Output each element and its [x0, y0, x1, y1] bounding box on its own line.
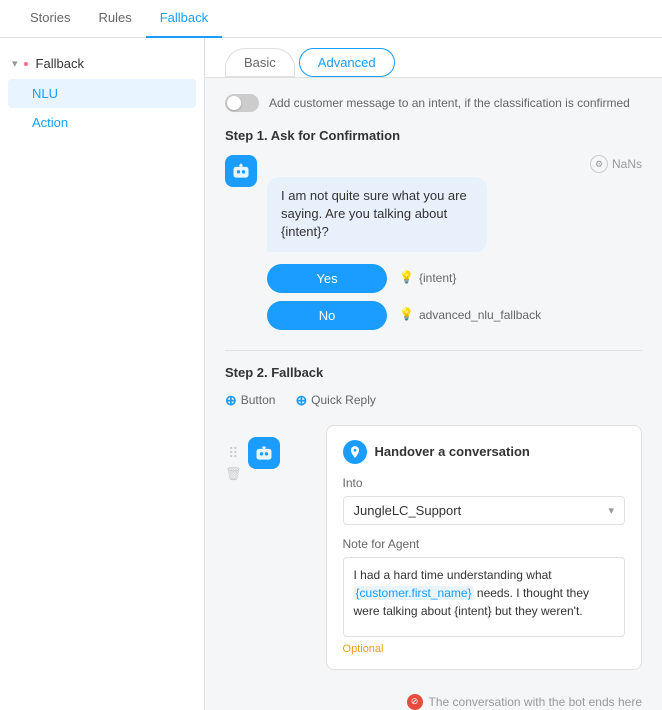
step2-divider	[225, 350, 642, 351]
tab-advanced[interactable]: Advanced	[299, 48, 395, 77]
toggle-row: Add customer message to an intent, if th…	[225, 94, 642, 112]
yes-intent-value: {intent}	[419, 271, 456, 285]
drag-handle-icon[interactable]: ⠿	[228, 445, 238, 462]
sidebar-dot-icon	[24, 62, 28, 66]
toggle-knob	[227, 96, 241, 110]
handover-title: Handover a conversation	[375, 444, 530, 459]
footer-label: The conversation with the bot ends here	[429, 695, 642, 709]
yes-button[interactable]: Yes	[267, 264, 387, 293]
handover-card: Handover a conversation Into JungleLC_Su…	[326, 425, 642, 670]
bot-bubble: I am not quite sure what you are saying.…	[267, 177, 487, 252]
into-dropdown[interactable]: JungleLC_Support ▾	[343, 496, 625, 525]
sidebar-header: ▾ Fallback	[0, 48, 204, 79]
add-buttons-row: ⊕ Button ⊕ Quick Reply	[225, 392, 642, 409]
handover-icon	[343, 440, 367, 464]
step1-section: Step 1. Ask for Confirmation	[225, 128, 642, 330]
nans-value: NaNs	[612, 157, 642, 171]
step1-heading: Step 1. Ask for Confirmation	[225, 128, 642, 143]
into-value: JungleLC_Support	[354, 503, 462, 518]
note-textarea[interactable]: I had a hard time understanding what {cu…	[343, 557, 625, 637]
nans-row: ⚙ NaNs	[267, 155, 642, 173]
add-quick-reply-btn[interactable]: ⊕ Quick Reply	[295, 392, 375, 409]
tab-basic[interactable]: Basic	[225, 48, 295, 77]
stop-icon: ⊘	[407, 694, 423, 710]
main-content: Basic Advanced Add customer message to a…	[205, 38, 662, 710]
step2-heading: Step 2. Fallback	[225, 365, 642, 380]
yes-button-row: Yes 💡 {intent}	[267, 264, 642, 293]
bot-message-row: ⚙ NaNs I am not quite sure what you are …	[225, 155, 642, 252]
note-label: Note for Agent	[343, 537, 625, 551]
add-to-intent-toggle[interactable]	[225, 94, 259, 112]
bulb-icon-2: 💡	[399, 307, 415, 323]
sidebar-title: Fallback	[36, 56, 84, 71]
plus-icon: ⊕	[225, 392, 237, 409]
sidebar-item-action[interactable]: Action	[0, 108, 204, 137]
bot-avatar	[225, 155, 257, 187]
add-quick-reply-label: Quick Reply	[311, 393, 376, 407]
highlight-tag: {customer.first_name}	[354, 586, 474, 600]
handover-bot-avatar	[248, 437, 280, 469]
no-button[interactable]: No	[267, 301, 387, 330]
collapse-arrow-icon: ▾	[12, 57, 18, 70]
layout: ▾ Fallback NLU Action Basic Advanced Add…	[0, 38, 662, 710]
no-button-row: No 💡 advanced_nlu_fallback	[267, 301, 642, 330]
handover-header: Handover a conversation	[343, 440, 625, 464]
no-intent-tag: 💡 advanced_nlu_fallback	[399, 307, 541, 323]
no-intent-value: advanced_nlu_fallback	[419, 308, 541, 322]
nav-fallback[interactable]: Fallback	[146, 0, 222, 38]
bot-message-area: ⚙ NaNs I am not quite sure what you are …	[267, 155, 642, 252]
tab-bar: Basic Advanced	[205, 38, 662, 78]
step2-section: Step 2. Fallback ⊕ Button ⊕ Quick Reply	[225, 350, 642, 670]
sidebar: ▾ Fallback NLU Action	[0, 38, 205, 710]
top-nav: Stories Rules Fallback	[0, 0, 662, 38]
plus-icon-2: ⊕	[295, 392, 307, 409]
sidebar-item-nlu[interactable]: NLU	[8, 79, 196, 108]
into-label: Into	[343, 476, 625, 490]
bulb-icon: 💡	[399, 270, 415, 286]
nav-rules[interactable]: Rules	[84, 0, 145, 38]
delete-icon[interactable]: 🗑	[225, 466, 242, 482]
add-button-btn[interactable]: ⊕ Button	[225, 392, 275, 409]
nav-stories[interactable]: Stories	[16, 0, 84, 38]
optional-label: Optional	[343, 643, 625, 655]
toggle-label: Add customer message to an intent, if th…	[269, 96, 630, 110]
footer-text: ⊘ The conversation with the bot ends her…	[407, 694, 642, 710]
yes-intent-tag: 💡 {intent}	[399, 270, 456, 286]
nans-badge: ⚙ NaNs	[590, 155, 642, 173]
nans-icon: ⚙	[590, 155, 608, 173]
content-area: Add customer message to an intent, if th…	[205, 78, 662, 686]
chevron-down-icon: ▾	[608, 504, 614, 517]
add-button-label: Button	[241, 393, 276, 407]
footer: ⊘ The conversation with the bot ends her…	[205, 686, 662, 710]
